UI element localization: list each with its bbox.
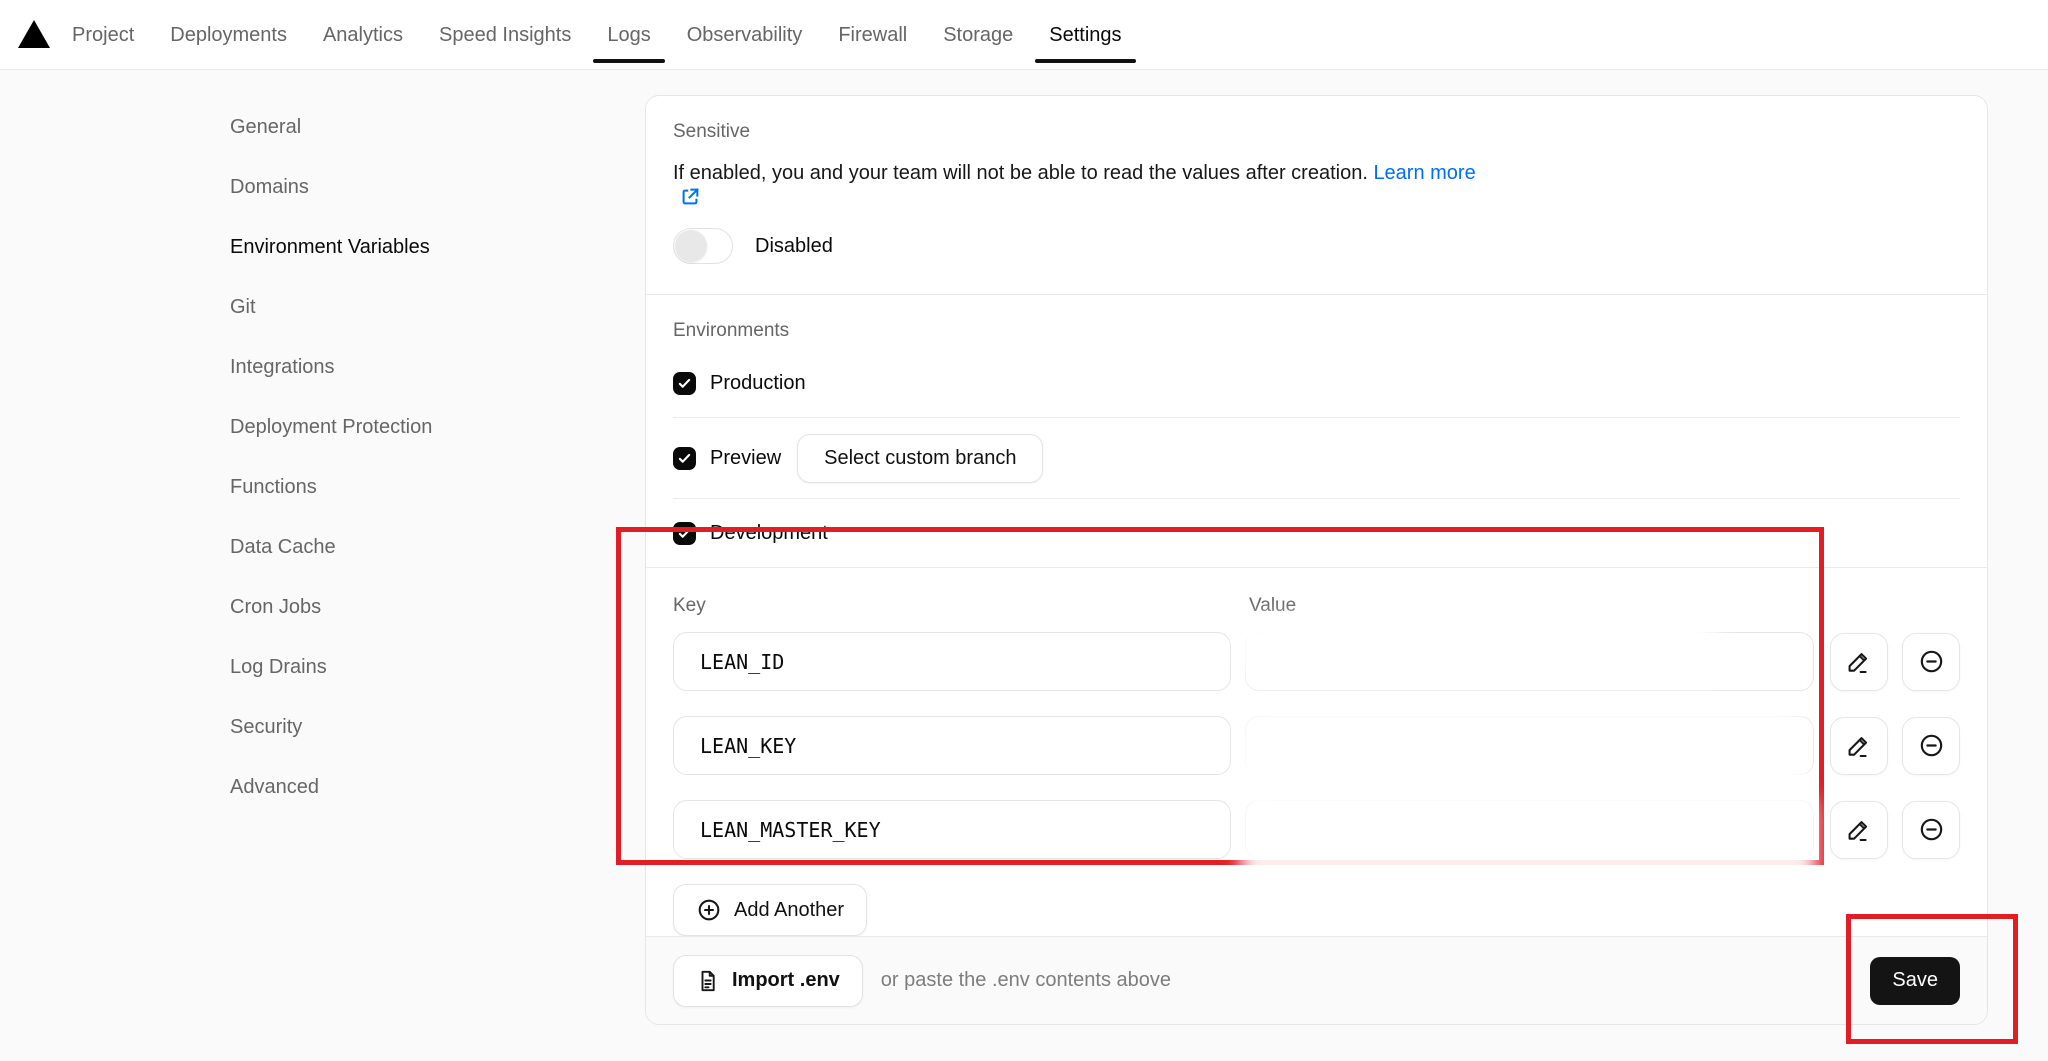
redaction-smudge	[1241, 790, 1816, 893]
external-link-icon	[679, 186, 701, 208]
vercel-logo-icon[interactable]	[18, 20, 50, 48]
sidebar-item-security[interactable]: Security	[230, 715, 570, 739]
remove-row-button[interactable]	[1902, 633, 1960, 691]
sidebar-item-log-drains[interactable]: Log Drains	[230, 655, 570, 679]
add-another-button[interactable]: Add Another	[673, 884, 867, 936]
add-another-label: Add Another	[734, 899, 844, 922]
key-input[interactable]	[673, 716, 1231, 775]
pencil-icon	[1846, 649, 1872, 675]
paste-hint: or paste the .env contents above	[881, 969, 1171, 992]
learn-more-label: Learn more	[1373, 162, 1475, 184]
env-var-row	[673, 716, 1960, 775]
sensitive-description: If enabled, you and your team will not b…	[673, 160, 1960, 208]
project-tabs: Project Deployments Analytics Speed Insi…	[72, 0, 1122, 70]
value-input-wrap	[1245, 632, 1814, 691]
card-footer: Import .env or paste the .env contents a…	[646, 936, 1987, 1024]
redaction-smudge	[1239, 710, 1806, 801]
environments-label: Environments	[673, 319, 1960, 343]
nav-tab-analytics[interactable]: Analytics	[323, 0, 403, 70]
check-icon	[676, 450, 693, 467]
environment-row-development: Development	[673, 513, 1960, 553]
toggle-knob	[675, 230, 707, 262]
sidebar-item-environment-variables[interactable]: Environment Variables	[230, 235, 570, 259]
preview-checkbox[interactable]	[673, 447, 696, 470]
import-env-label: Import .env	[732, 969, 840, 992]
nav-tab-deployments[interactable]: Deployments	[170, 0, 287, 70]
sidebar-item-advanced[interactable]: Advanced	[230, 775, 570, 799]
sidebar-item-cron-jobs[interactable]: Cron Jobs	[230, 595, 570, 619]
divider	[673, 498, 1960, 499]
nav-tab-storage[interactable]: Storage	[943, 0, 1013, 70]
nav-tab-firewall[interactable]: Firewall	[838, 0, 907, 70]
key-input[interactable]	[673, 632, 1231, 691]
key-value-header: Key Value	[673, 595, 1960, 619]
environment-row-preview: Preview Select custom branch	[673, 432, 1960, 484]
env-var-row	[673, 632, 1960, 691]
nav-tab-settings[interactable]: Settings	[1049, 0, 1121, 70]
environments-section: Environments Production Preview Select c…	[646, 295, 1987, 567]
sidebar-item-integrations[interactable]: Integrations	[230, 355, 570, 379]
edit-row-button[interactable]	[1830, 633, 1888, 691]
check-icon	[676, 525, 693, 542]
nav-tab-speed-insights[interactable]: Speed Insights	[439, 0, 571, 70]
minus-circle-icon	[1918, 732, 1945, 759]
sidebar-item-general[interactable]: General	[230, 115, 570, 139]
key-column-label: Key	[673, 595, 706, 617]
value-input-wrap	[1245, 800, 1814, 859]
top-navigation: Project Deployments Analytics Speed Insi…	[0, 0, 2048, 70]
edit-row-button[interactable]	[1830, 717, 1888, 775]
check-icon	[676, 375, 693, 392]
import-env-button[interactable]: Import .env	[673, 955, 863, 1007]
env-var-row	[673, 800, 1960, 859]
nav-tab-project[interactable]: Project	[72, 0, 134, 70]
production-checkbox[interactable]	[673, 372, 696, 395]
settings-sidebar: General Domains Environment Variables Gi…	[230, 115, 570, 835]
divider	[673, 417, 1960, 418]
sensitive-toggle-row: Disabled	[673, 228, 1960, 264]
value-column-label: Value	[1249, 595, 1296, 617]
nav-tab-logs[interactable]: Logs	[607, 0, 650, 70]
minus-circle-icon	[1918, 648, 1945, 675]
sidebar-item-data-cache[interactable]: Data Cache	[230, 535, 570, 559]
sensitive-description-text: If enabled, you and your team will not b…	[673, 162, 1368, 184]
pencil-icon	[1846, 817, 1872, 843]
nav-tab-observability[interactable]: Observability	[687, 0, 803, 70]
redaction-smudge	[1239, 618, 1719, 687]
save-button[interactable]: Save	[1870, 957, 1960, 1005]
key-input[interactable]	[673, 800, 1231, 859]
environment-row-production: Production	[673, 363, 1960, 403]
sidebar-item-domains[interactable]: Domains	[230, 175, 570, 199]
sidebar-item-deployment-protection[interactable]: Deployment Protection	[230, 415, 570, 439]
sensitive-toggle-state: Disabled	[755, 235, 833, 258]
development-label: Development	[710, 522, 828, 545]
footer-left: Import .env or paste the .env contents a…	[673, 955, 1171, 1007]
sidebar-item-functions[interactable]: Functions	[230, 475, 570, 499]
remove-row-button[interactable]	[1902, 801, 1960, 859]
pencil-icon	[1846, 733, 1872, 759]
select-custom-branch-button[interactable]: Select custom branch	[797, 434, 1043, 483]
sensitive-section: Sensitive If enabled, you and your team …	[646, 96, 1987, 294]
remove-row-button[interactable]	[1902, 717, 1960, 775]
sensitive-label: Sensitive	[673, 120, 1960, 144]
minus-circle-icon	[1918, 816, 1945, 843]
plus-circle-icon	[696, 897, 722, 923]
preview-label: Preview	[710, 447, 781, 470]
edit-row-button[interactable]	[1830, 801, 1888, 859]
environment-variables-card: Sensitive If enabled, you and your team …	[645, 95, 1988, 1025]
file-text-icon	[696, 969, 720, 993]
development-checkbox[interactable]	[673, 522, 696, 545]
sidebar-item-git[interactable]: Git	[230, 295, 570, 319]
key-value-section: Key Value	[646, 568, 1987, 936]
value-input-wrap	[1245, 716, 1814, 775]
sensitive-toggle[interactable]	[673, 228, 733, 264]
production-label: Production	[710, 372, 806, 395]
